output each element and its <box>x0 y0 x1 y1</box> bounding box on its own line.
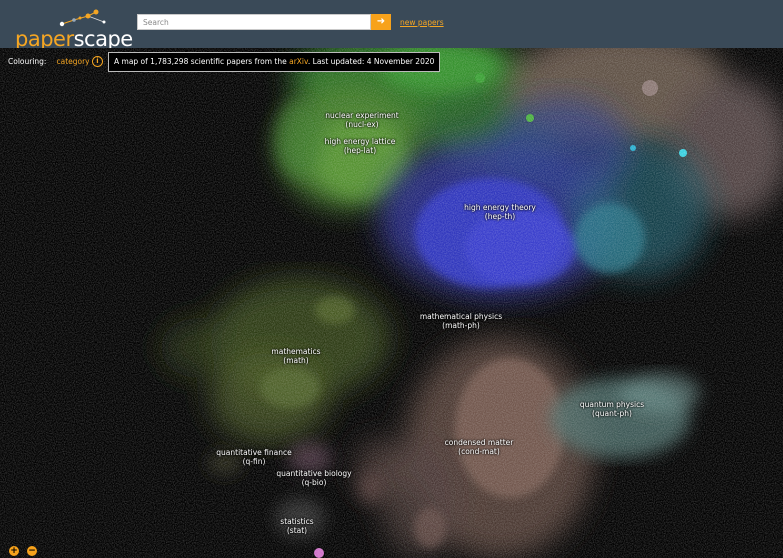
cluster-label-quant-ph: quantum physics (quant-ph) <box>580 400 644 418</box>
colouring-label: Colouring: <box>8 57 47 66</box>
cluster-label-stat: statistics (stat) <box>280 517 313 535</box>
cluster-code: (hep-lat) <box>343 146 377 155</box>
search-input[interactable] <box>137 14 371 30</box>
cluster-code: (math-ph) <box>442 321 480 330</box>
cluster-name: high energy lattice <box>324 137 396 146</box>
info-circle-icon[interactable]: i <box>92 56 103 67</box>
summary-suffix: . Last updated: 4 November 2020 <box>307 57 435 66</box>
cluster-label-hep-lat: high energy lattice (hep-lat) <box>325 137 396 155</box>
cluster-name: nuclear experiment <box>325 111 399 120</box>
cluster-code: (hep-th) <box>484 212 516 221</box>
cluster-label-hep-th: high energy theory (hep-th) <box>464 203 536 221</box>
cluster-code: (q-bio) <box>301 478 327 487</box>
cluster-name: quantitative biology <box>276 469 352 478</box>
cluster-code: (math) <box>283 356 309 365</box>
cluster-code: (cond-mat) <box>458 447 500 456</box>
cluster-label-nucl-ex: nuclear experiment (nucl-ex) <box>325 111 398 129</box>
cluster-code: (q-fin) <box>242 457 266 466</box>
cluster-name: high energy theory <box>464 203 536 212</box>
cluster-label-math: mathematics (math) <box>271 347 320 365</box>
cluster-label-math-ph: mathematical physics (math-ph) <box>420 312 502 330</box>
new-papers-link[interactable]: new papers <box>400 18 444 27</box>
cluster-name: statistics <box>280 517 314 526</box>
map-summary: A map of 1,783,298 scientific papers fro… <box>108 52 441 72</box>
cluster-code: (quant-ph) <box>592 409 632 418</box>
cluster-label-q-fin: quantitative finance (q-fin) <box>216 448 291 466</box>
cluster-name: quantitative finance <box>216 448 292 457</box>
cluster-code: (stat) <box>286 526 308 535</box>
cluster-name: quantum physics <box>579 400 645 409</box>
header-bar: paperscape ➜ new papers <box>0 0 783 51</box>
cluster-name: mathematical physics <box>419 312 503 321</box>
summary-prefix: A map of 1,783,298 scientific papers fro… <box>114 57 290 66</box>
paperscape-logo[interactable]: paperscape <box>12 8 140 51</box>
cluster-label-cond-mat: condensed matter (cond-mat) <box>445 438 514 456</box>
search-button[interactable]: ➜ <box>371 14 391 30</box>
arrow-right-icon: ➜ <box>376 16 386 27</box>
colouring-control: Colouring: category <box>8 53 90 71</box>
paper-map-canvas[interactable]: nuclear experiment (nucl-ex) high energy… <box>0 48 783 558</box>
zoom-in-icon[interactable]: + <box>9 546 19 556</box>
cluster-name: mathematics <box>271 347 321 356</box>
cluster-name: condensed matter <box>444 438 514 447</box>
arxiv-link[interactable]: arXiv <box>289 57 308 66</box>
cluster-label-q-bio: quantitative biology (q-bio) <box>276 469 351 487</box>
zoom-out-icon[interactable]: − <box>27 546 37 556</box>
colouring-select[interactable]: category <box>56 57 89 66</box>
cluster-code: (nucl-ex) <box>345 120 379 129</box>
